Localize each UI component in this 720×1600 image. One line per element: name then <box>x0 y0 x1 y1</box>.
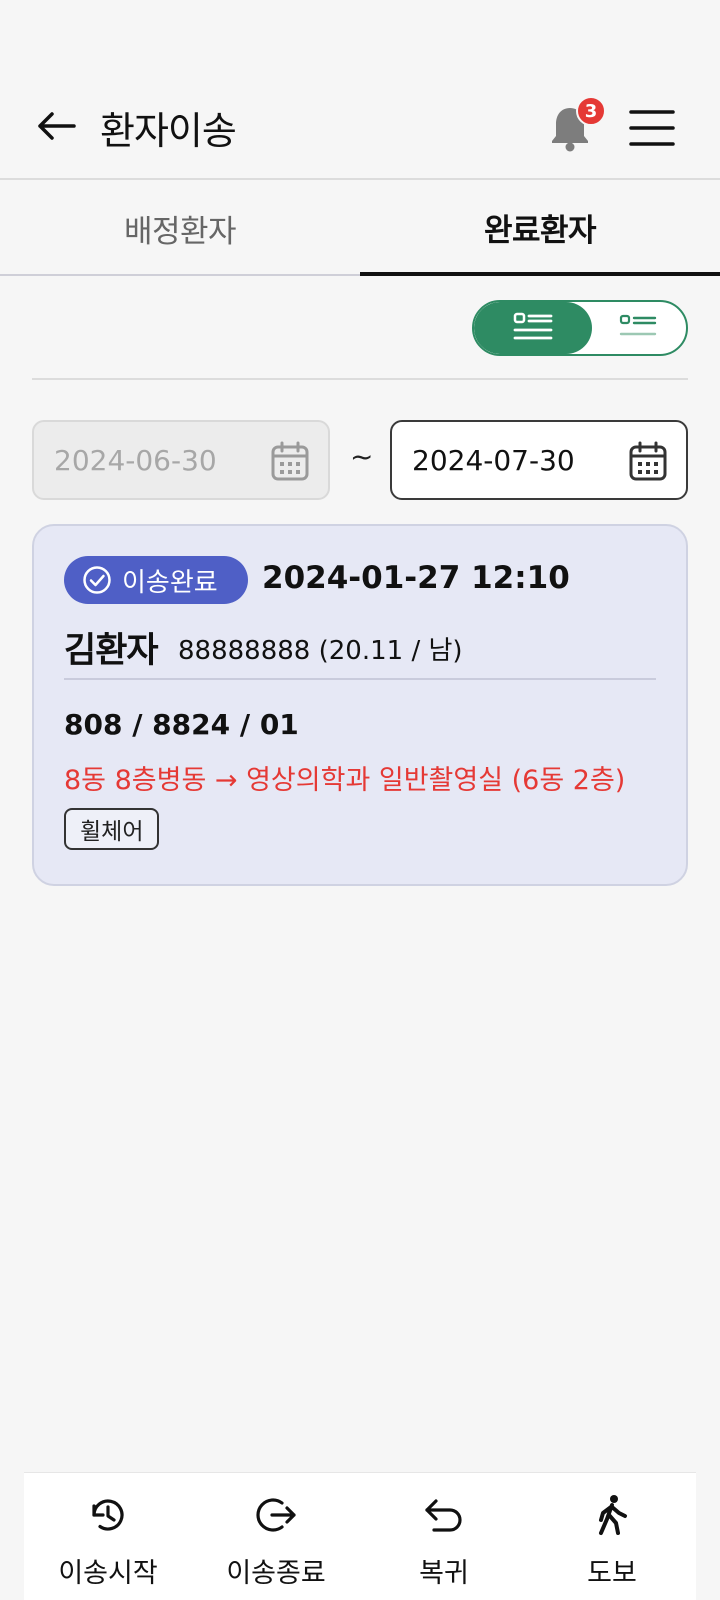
nav-label: 이송시작 <box>58 1558 158 1589</box>
end-date-field[interactable]: 2024-07-30 <box>390 420 688 500</box>
notification-badge: 3 <box>576 96 606 126</box>
calendar-icon <box>271 441 309 481</box>
nav-transfer-start[interactable]: 이송시작 <box>24 1473 192 1600</box>
tab-completed-patients[interactable]: 완료환자 <box>360 182 720 276</box>
nav-transfer-end[interactable]: 이송종료 <box>192 1473 360 1600</box>
nav-label: 복귀 <box>419 1558 469 1589</box>
view-toggle <box>472 300 688 356</box>
nav-label: 이송종료 <box>226 1558 326 1589</box>
hamburger-menu-icon <box>629 110 675 146</box>
tab-assigned-patients[interactable]: 배정환자 <box>0 182 360 276</box>
compact-list-view-button[interactable] <box>590 302 686 354</box>
page-title: 환자이송 <box>100 109 237 153</box>
nav-return[interactable]: 복귀 <box>360 1473 528 1600</box>
transfer-record-card[interactable]: 이송완료 2024-01-27 12:10 김환자 88888888 (20.1… <box>32 524 688 886</box>
end-date-value: 2024-07-30 <box>412 443 575 477</box>
patient-name: 김환자 <box>64 631 159 671</box>
transfer-start-icon <box>92 1499 124 1531</box>
transfer-datetime: 2024-01-27 12:10 <box>262 560 570 596</box>
arrow-left-icon <box>38 112 76 140</box>
transfer-end-icon <box>256 1498 296 1532</box>
transfer-route: 8동 8층병동 → 영상의학과 일반촬영실 (6동 2층) <box>64 765 626 796</box>
list-compact-icon <box>619 314 657 336</box>
card-divider <box>64 678 656 680</box>
nav-label: 도보 <box>587 1558 637 1589</box>
status-badge: 이송완료 <box>64 556 248 604</box>
walk-icon <box>599 1495 627 1535</box>
date-range-separator: ~ <box>350 440 374 473</box>
calendar-icon <box>629 441 667 481</box>
nav-walk[interactable]: 도보 <box>528 1473 696 1600</box>
start-date-value: 2024-06-30 <box>54 443 217 477</box>
start-date-field[interactable]: 2024-06-30 <box>32 420 330 500</box>
menu-button[interactable] <box>628 108 676 148</box>
transport-type-tag: 휠체어 <box>64 808 160 850</box>
patient-info: 88888888 (20.11 / 남) <box>178 636 463 666</box>
list-detailed-icon <box>513 312 553 340</box>
back-button[interactable] <box>34 104 78 148</box>
return-icon <box>425 1499 462 1532</box>
tab-bar: 배정환자 완료환자 <box>0 182 720 276</box>
room-info: 808 / 8824 / 01 <box>64 708 299 741</box>
app-header: 환자이송 3 <box>0 70 720 180</box>
detailed-list-view-button[interactable] <box>474 302 592 354</box>
bottom-nav: 이송시작 이송종료 복귀 도보 <box>24 1472 696 1600</box>
check-circle-icon <box>83 566 111 594</box>
status-label: 이송완료 <box>122 567 218 598</box>
section-divider <box>32 378 688 380</box>
